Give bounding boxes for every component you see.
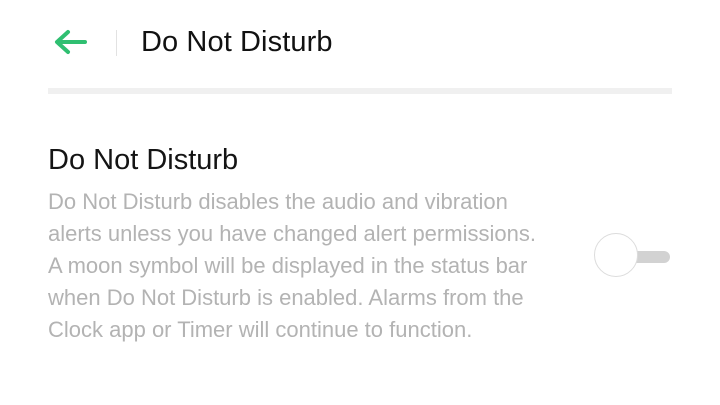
page-title: Do Not Disturb [141, 26, 333, 58]
header-bar: Do Not Disturb [0, 0, 720, 88]
setting-title: Do Not Disturb [48, 144, 239, 176]
do-not-disturb-screen: Do Not Disturb Do Not Disturb Do Not Dis… [0, 0, 720, 405]
do-not-disturb-toggle[interactable] [594, 231, 672, 283]
header-separator [48, 88, 672, 94]
back-button[interactable] [48, 22, 92, 62]
arrow-left-icon [52, 28, 88, 56]
do-not-disturb-setting-row[interactable]: Do Not Disturb Do Not Disturb disables t… [48, 138, 672, 388]
header-divider [116, 30, 117, 56]
toggle-thumb [594, 233, 638, 277]
setting-description: Do Not Disturb disables the audio and vi… [48, 189, 536, 342]
